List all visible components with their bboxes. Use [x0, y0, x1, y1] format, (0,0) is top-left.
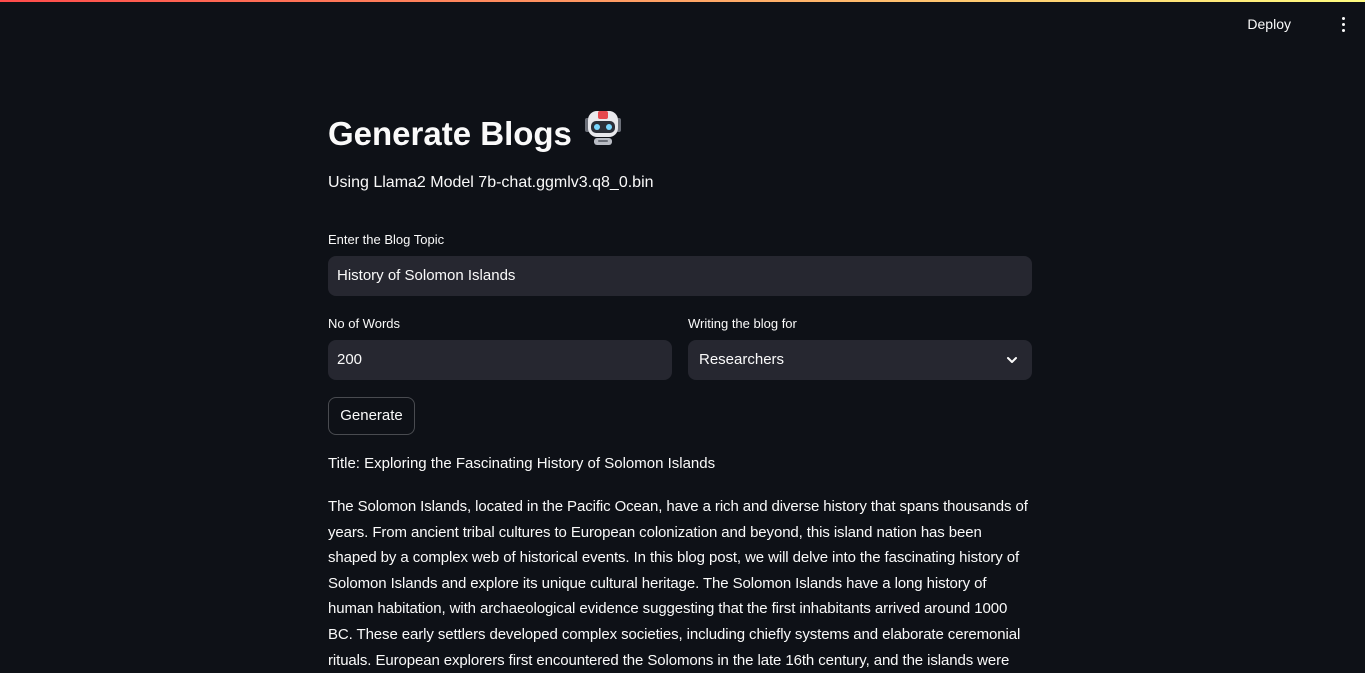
menu-dot [1341, 16, 1345, 20]
generate-button[interactable]: Generate [328, 397, 415, 435]
words-input[interactable]: 200 [328, 340, 672, 380]
kebab-menu-icon[interactable] [1331, 12, 1355, 36]
topic-label: Enter the Blog Topic [328, 232, 445, 247]
app-header: Deploy [0, 2, 1365, 46]
page-title: Generate Blogs [328, 115, 572, 152]
menu-dot [1341, 28, 1345, 32]
topic-input[interactable]: History of Solomon Islands [328, 256, 1032, 296]
deploy-button[interactable]: Deploy [1247, 14, 1291, 34]
audience-selected-value: Researchers [699, 351, 785, 368]
words-label: No of Words [328, 316, 401, 331]
audience-label: Writing the blog for [688, 316, 797, 331]
page-title-row: Generate Blogs [328, 109, 622, 158]
menu-dot [1341, 22, 1345, 26]
audience-select[interactable]: Researchers [688, 340, 1032, 380]
blog-body: The Solomon Islands, located in the Paci… [328, 498, 1028, 669]
chevron-down-icon [1007, 357, 1017, 363]
blog-title: Title: Exploring the Fascinating History… [328, 455, 716, 472]
robot-icon [584, 109, 622, 158]
subtitle: Using Llama2 Model 7b-chat.ggmlv3.q8_0.b… [328, 174, 654, 191]
